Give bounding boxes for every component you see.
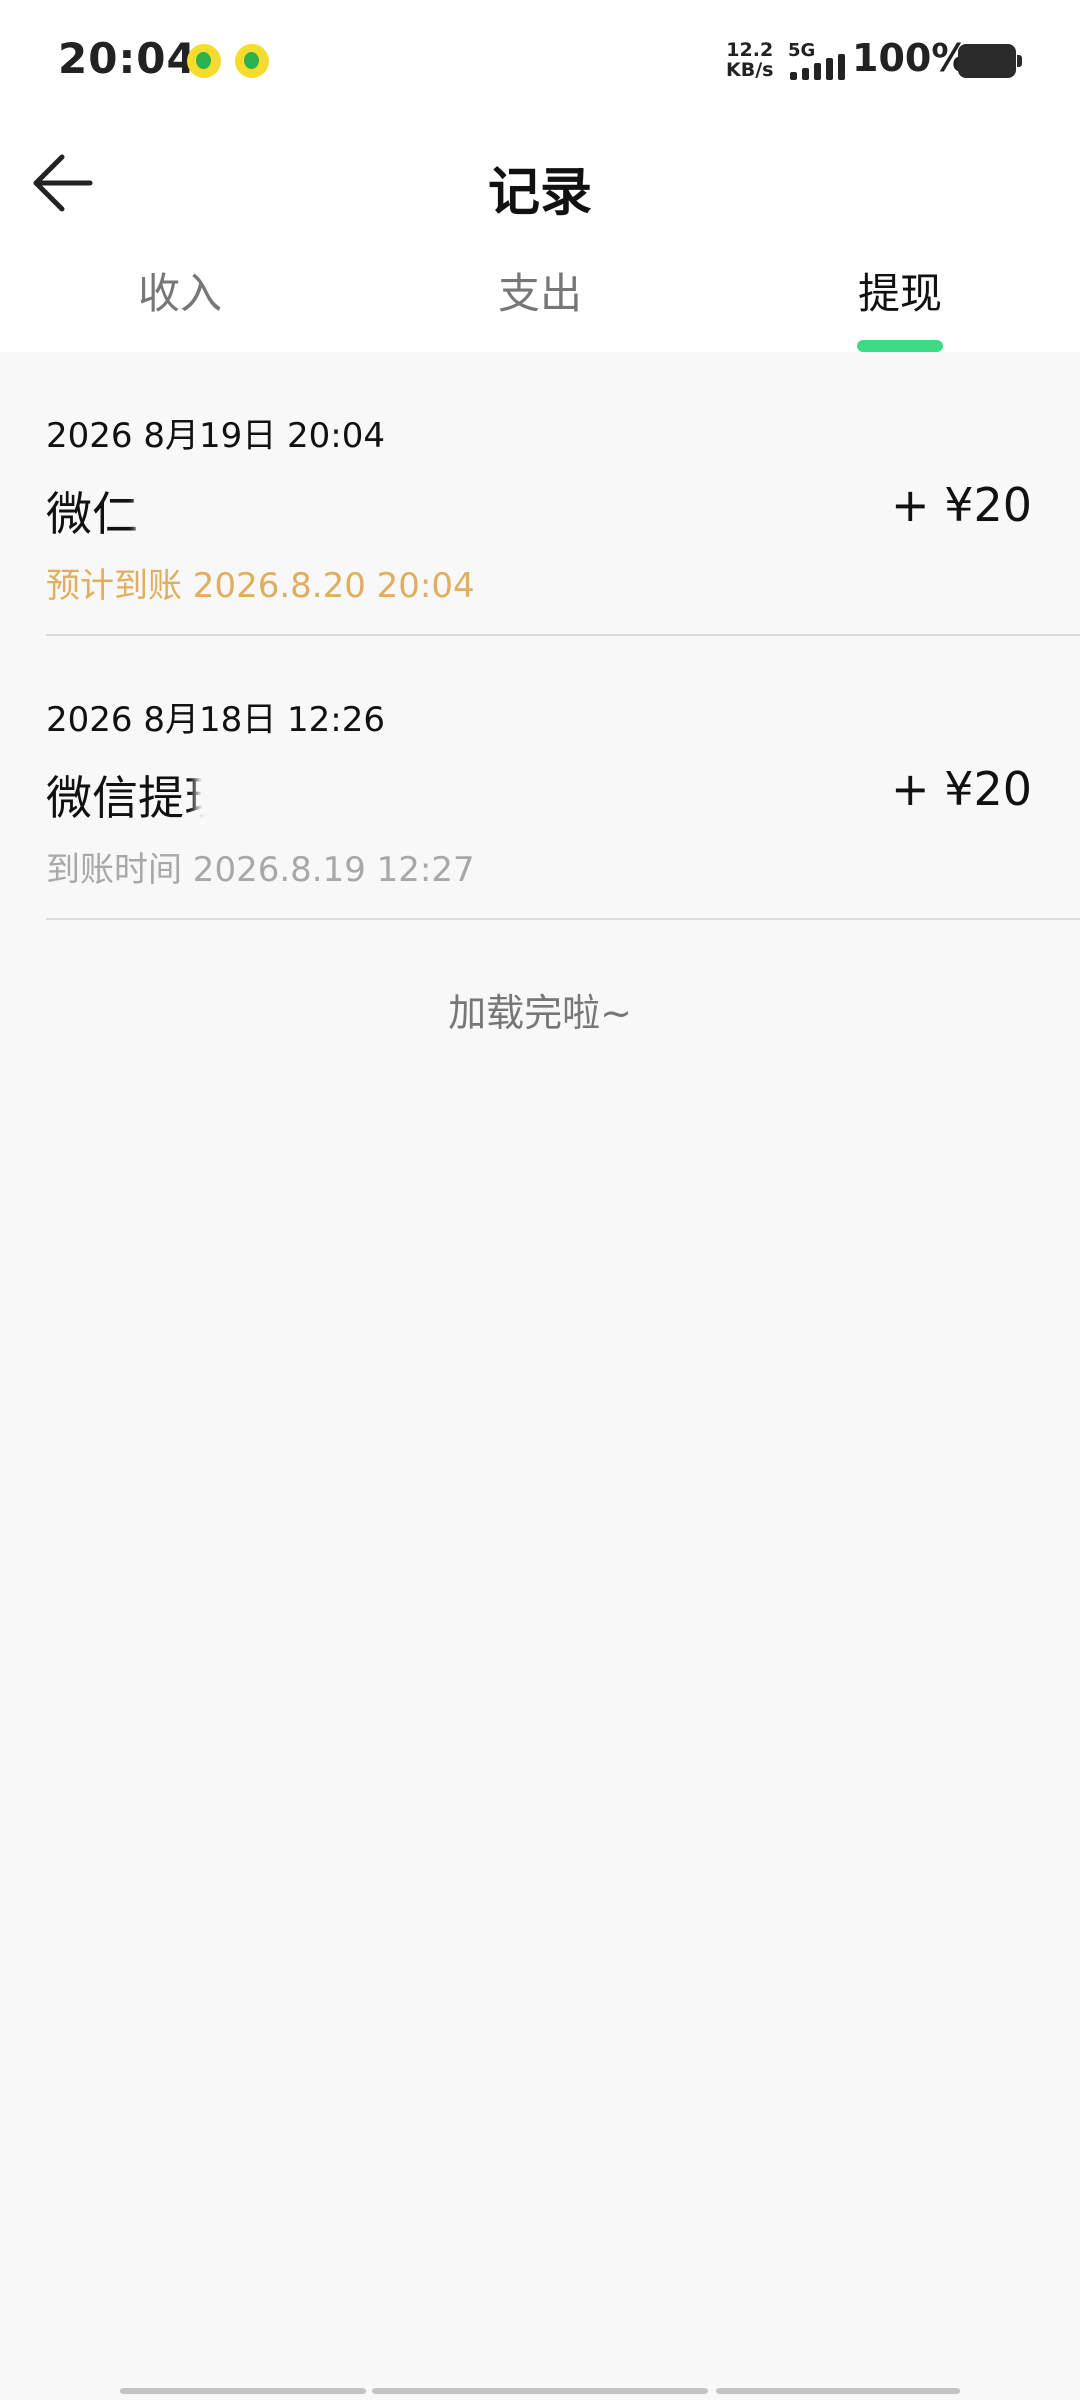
record-amount: + ¥20 xyxy=(891,762,1032,816)
app-notification-icon xyxy=(187,44,221,78)
battery-icon xyxy=(958,44,1022,78)
tab-income[interactable]: 收入 xyxy=(80,260,280,321)
page-title: 记录 xyxy=(487,163,592,223)
list-item[interactable]: 2026 8月19日 20:04 微仁 + ¥20 预计到账 2026.8.20… xyxy=(46,352,1080,636)
record-list: 2026 8月19日 20:04 微仁 + ¥20 预计到账 2026.8.20… xyxy=(0,352,1080,920)
status-bar: 20:04 12.2 KB/s 5G 100% xyxy=(0,0,1080,122)
tab-bar: 收入 支出 提现 xyxy=(0,246,1080,352)
record-date: 2026 8月18日 12:26 xyxy=(46,700,386,740)
top-area: 20:04 12.2 KB/s 5G 100% 记录 收入 支出 提现 xyxy=(0,0,1080,352)
speed-unit: KB/s xyxy=(726,59,774,81)
nav-gesture-bar xyxy=(372,2388,708,2394)
record-date: 2026 8月19日 20:04 xyxy=(46,416,386,456)
tab-active-indicator xyxy=(857,340,943,352)
record-title: 微仁 xyxy=(46,487,138,541)
nav-gesture-bar xyxy=(716,2388,960,2394)
record-amount: + ¥20 xyxy=(891,478,1032,532)
load-complete-text: 加载完啦~ xyxy=(448,991,632,1035)
tab-expense[interactable]: 支出 xyxy=(440,260,640,321)
tab-withdraw[interactable]: 提现 xyxy=(800,260,1000,321)
list-item[interactable]: 2026 8月18日 12:26 微信提现 + ¥20 到账时间 2026.8.… xyxy=(46,636,1080,920)
record-arrival-time: 预计到账 2026.8.20 20:04 xyxy=(46,566,475,606)
redacted-area xyxy=(136,470,566,542)
record-arrival-time: 到账时间 2026.8.19 12:27 xyxy=(46,850,475,890)
status-time: 20:04 xyxy=(58,34,197,83)
battery-percent: 100% xyxy=(852,36,970,80)
redacted-area xyxy=(196,754,596,826)
app-notification-icon xyxy=(235,44,269,78)
nav-header: 记录 xyxy=(0,122,1080,242)
nav-gesture-bar xyxy=(120,2388,366,2394)
network-speed: 12.2 KB/s xyxy=(726,40,773,80)
signal-icon xyxy=(790,54,846,80)
speed-value: 12.2 xyxy=(726,39,774,61)
